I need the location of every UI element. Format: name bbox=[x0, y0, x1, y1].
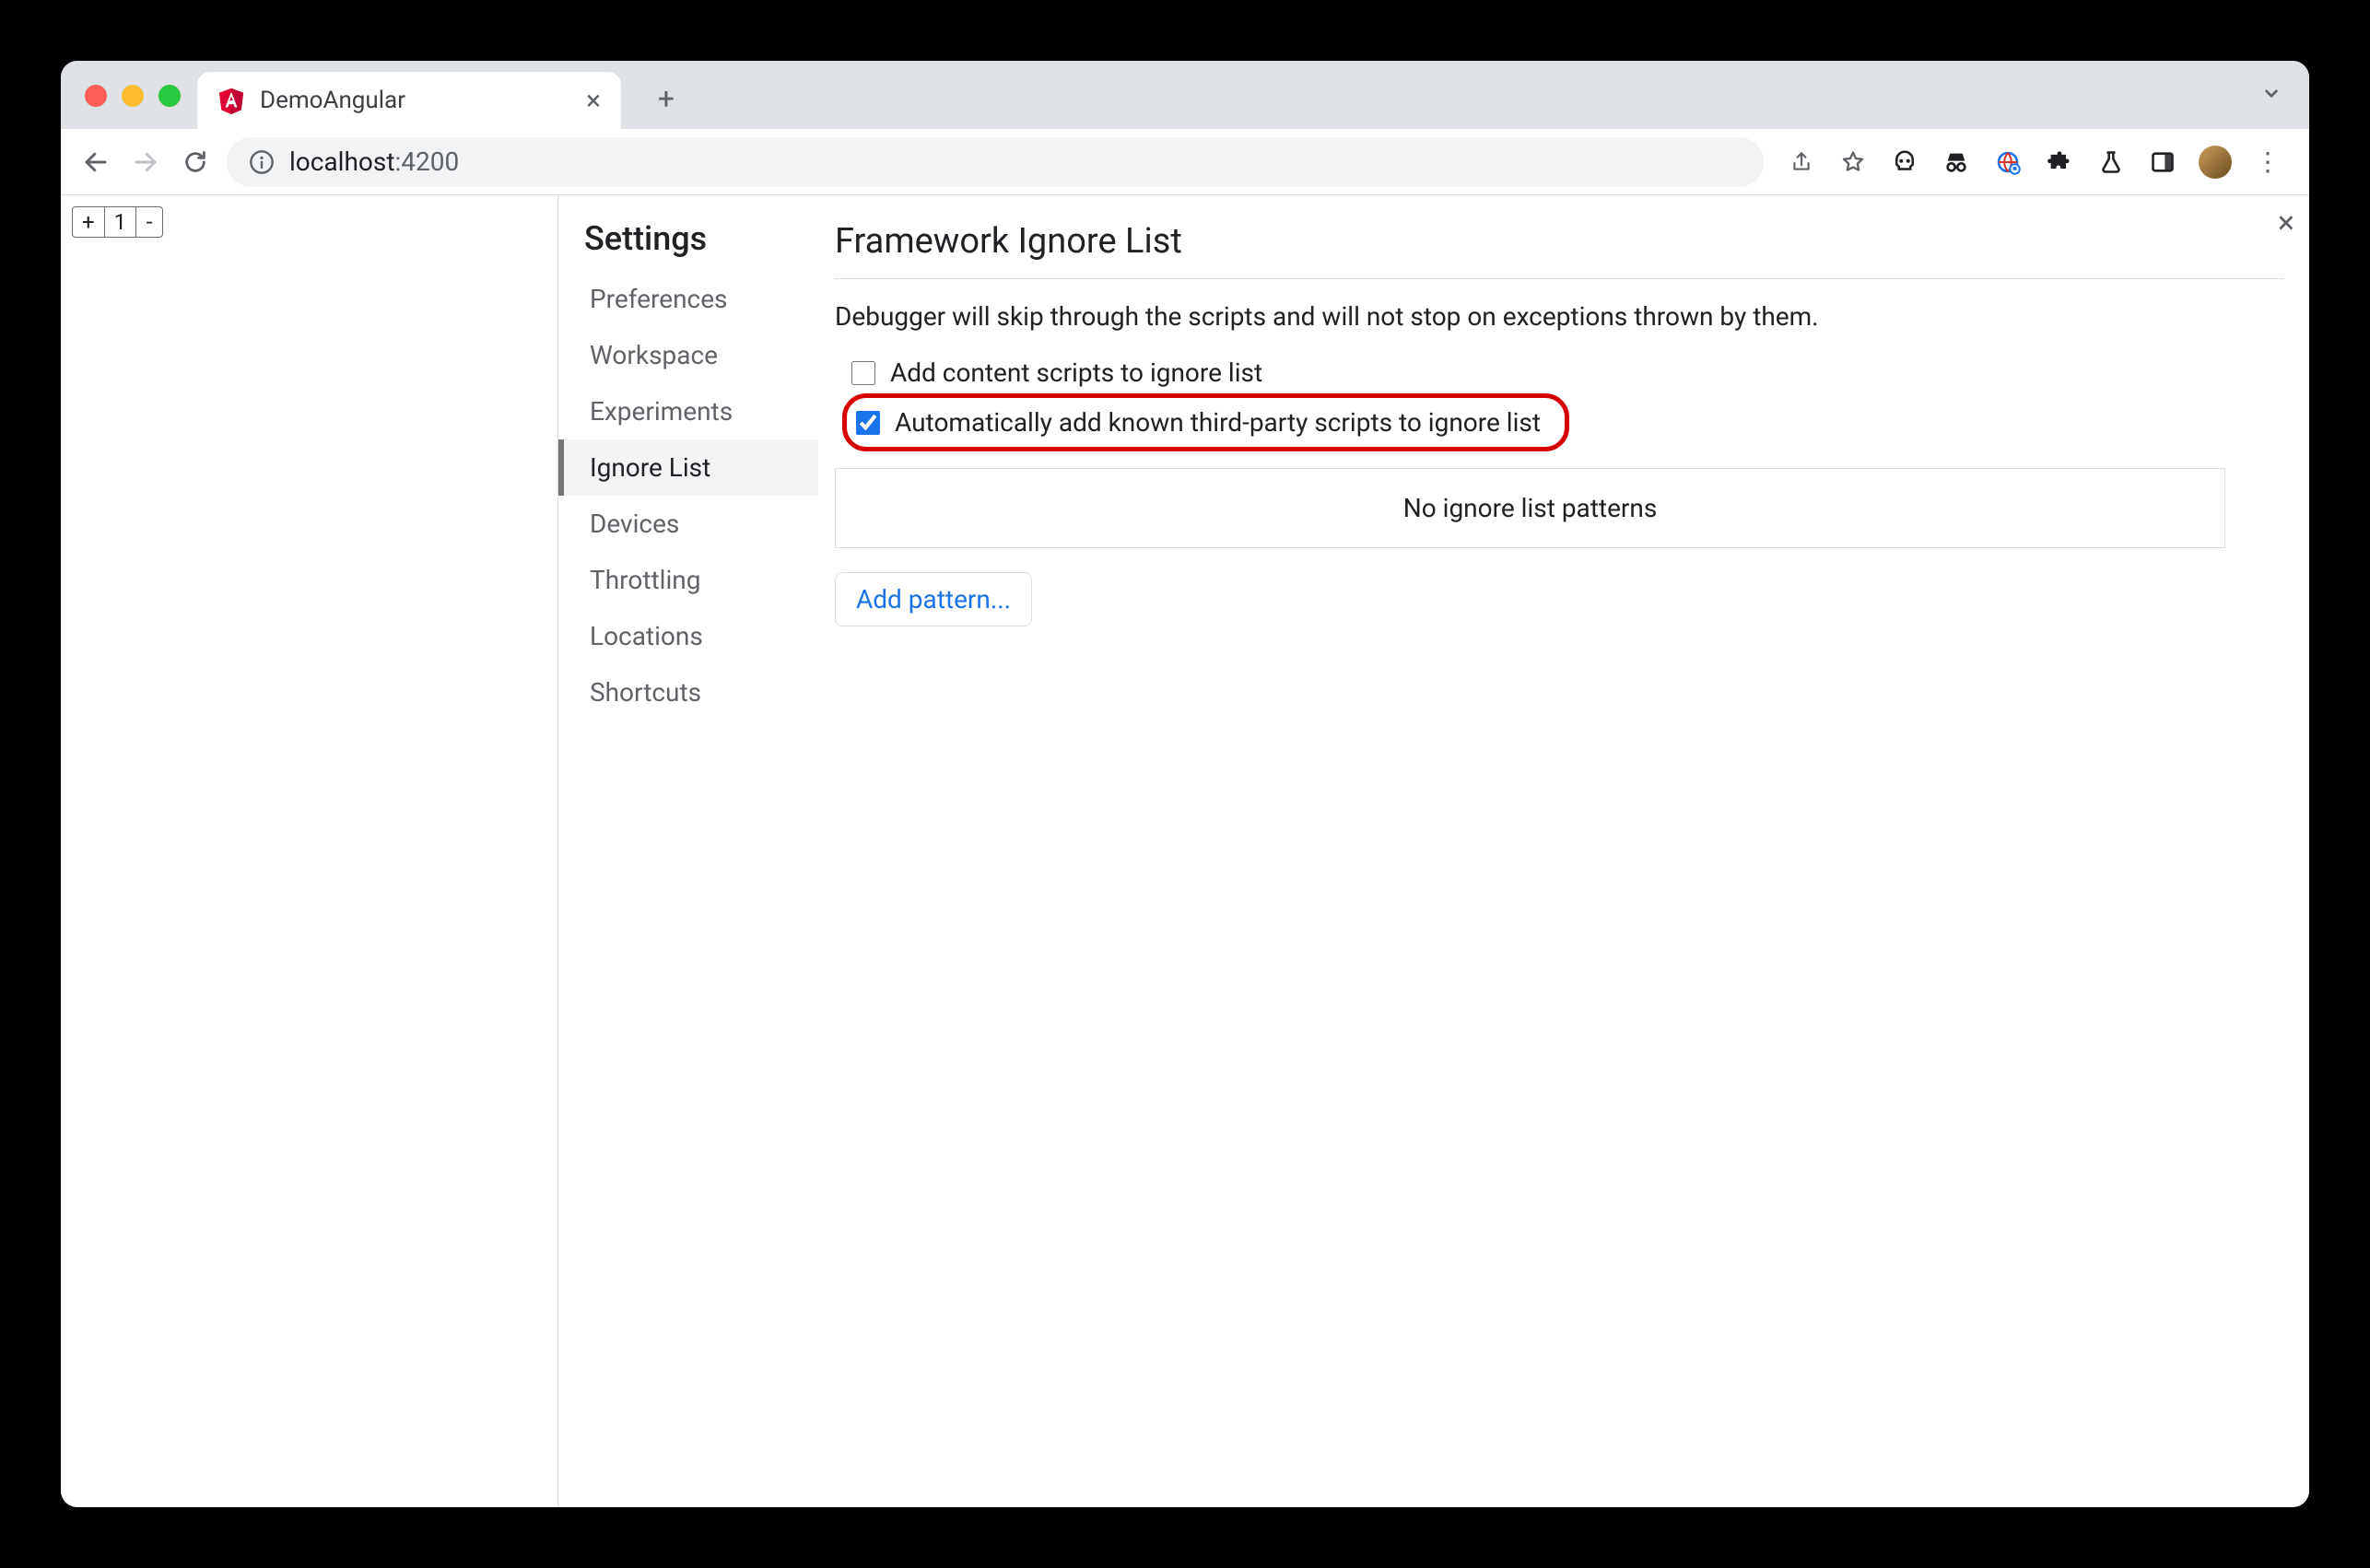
sidebar-item-devices[interactable]: Devices bbox=[558, 496, 818, 552]
page-content: + 1 - bbox=[61, 195, 558, 1507]
settings-title: Settings bbox=[558, 219, 818, 271]
sidebar-item-workspace[interactable]: Workspace bbox=[558, 327, 818, 383]
forward-button[interactable] bbox=[127, 144, 164, 181]
tab-close-icon[interactable]: × bbox=[586, 85, 601, 117]
profile-avatar[interactable] bbox=[2199, 146, 2232, 179]
empty-patterns-text: No ignore list patterns bbox=[1403, 493, 1658, 523]
sidebar-item-locations[interactable]: Locations bbox=[558, 608, 818, 664]
thirdparty-checkbox-row[interactable]: Automatically add known third-party scri… bbox=[847, 402, 1550, 443]
ignore-list-panel: Framework Ignore List Debugger will skip… bbox=[818, 195, 2309, 1507]
back-button[interactable] bbox=[77, 144, 114, 181]
close-settings-icon[interactable]: × bbox=[2278, 205, 2294, 241]
extension-skull-icon[interactable] bbox=[1889, 146, 1920, 178]
extensions-puzzle-icon[interactable] bbox=[2044, 146, 2075, 178]
content-scripts-checkbox-row[interactable]: Add content scripts to ignore list bbox=[842, 352, 2283, 393]
devtools-settings: × Settings Preferences Workspace Experim… bbox=[558, 195, 2309, 1507]
labs-flask-icon[interactable] bbox=[2095, 146, 2127, 178]
settings-sidebar: Settings Preferences Workspace Experimen… bbox=[558, 195, 818, 1507]
sidebar-item-throttling[interactable]: Throttling bbox=[558, 552, 818, 608]
angular-icon bbox=[217, 87, 245, 114]
share-icon[interactable] bbox=[1786, 146, 1817, 178]
sidebar-item-preferences[interactable]: Preferences bbox=[558, 271, 818, 327]
ignore-patterns-list: No ignore list patterns bbox=[835, 468, 2225, 548]
incognito-icon[interactable] bbox=[1941, 146, 1972, 178]
window-maximize-button[interactable] bbox=[158, 85, 181, 107]
addressbar: localhost:4200 bbox=[61, 129, 2309, 195]
sidebar-item-experiments[interactable]: Experiments bbox=[558, 383, 818, 439]
counter-plus-button[interactable]: + bbox=[73, 207, 105, 237]
titlebar: DemoAngular × + bbox=[61, 61, 2309, 129]
window-close-button[interactable] bbox=[85, 85, 107, 107]
browser-tab[interactable]: DemoAngular × bbox=[197, 72, 621, 129]
window-minimize-button[interactable] bbox=[122, 85, 144, 107]
add-pattern-button[interactable]: Add pattern... bbox=[835, 572, 1032, 626]
traffic-lights bbox=[85, 85, 181, 107]
sidepanel-icon[interactable] bbox=[2147, 146, 2178, 178]
thirdparty-label: Automatically add known third-party scri… bbox=[895, 407, 1541, 438]
sidebar-item-shortcuts[interactable]: Shortcuts bbox=[558, 664, 818, 720]
thirdparty-checkbox[interactable] bbox=[856, 411, 880, 435]
toolbar-right: ⋮ bbox=[1777, 146, 2293, 179]
counter-value: 1 bbox=[105, 207, 137, 237]
counter-control: + 1 - bbox=[72, 206, 163, 238]
counter-minus-button[interactable]: - bbox=[136, 207, 162, 237]
new-tab-button[interactable]: + bbox=[641, 74, 691, 123]
content-scripts-checkbox[interactable] bbox=[851, 361, 875, 385]
panel-description: Debugger will skip through the scripts a… bbox=[835, 301, 2283, 332]
highlighted-option: Automatically add known third-party scri… bbox=[842, 393, 1569, 451]
tab-title: DemoAngular bbox=[260, 87, 571, 114]
tabbar-chevron-icon[interactable] bbox=[2259, 81, 2283, 105]
panel-title: Framework Ignore List bbox=[835, 221, 2283, 279]
browser-window: DemoAngular × + localhost:4200 bbox=[61, 61, 2309, 1507]
reload-button[interactable] bbox=[177, 144, 214, 181]
info-icon[interactable] bbox=[249, 149, 275, 175]
extension-globe-icon[interactable] bbox=[1992, 146, 2024, 178]
content-area: + 1 - × Settings Preferences Workspace E… bbox=[61, 195, 2309, 1507]
sidebar-item-ignore-list[interactable]: Ignore List bbox=[558, 439, 818, 496]
browser-menu-icon[interactable]: ⋮ bbox=[2252, 146, 2283, 178]
content-scripts-label: Add content scripts to ignore list bbox=[890, 357, 1262, 388]
address-input[interactable]: localhost:4200 bbox=[227, 137, 1764, 187]
bookmark-star-icon[interactable] bbox=[1837, 146, 1869, 178]
url-text: localhost:4200 bbox=[289, 146, 459, 177]
